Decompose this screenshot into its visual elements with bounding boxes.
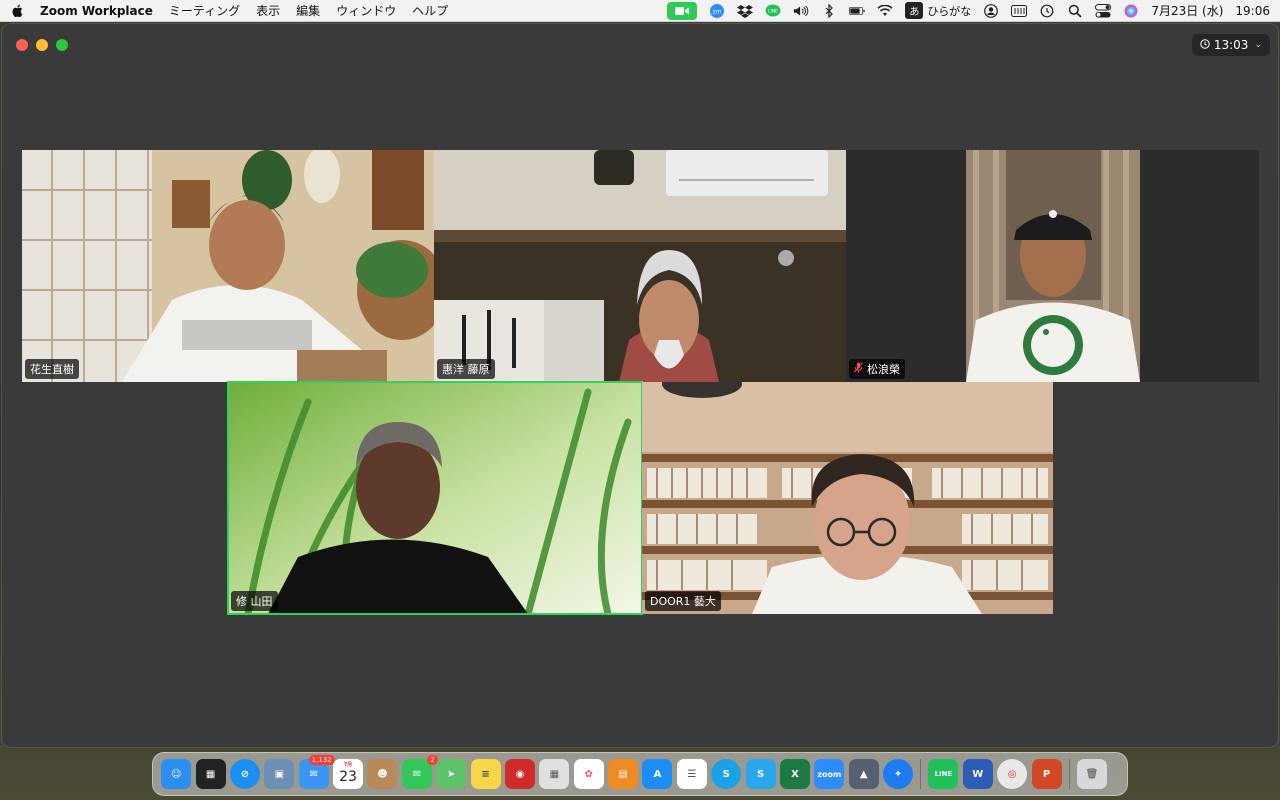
dock-separator <box>1068 759 1070 789</box>
ime-label[interactable]: ひらがな <box>927 3 971 19</box>
participant-name-label: 花生直樹 <box>25 359 79 379</box>
line-icon[interactable]: LINE <box>765 4 781 18</box>
word-icon[interactable]: W <box>962 759 993 789</box>
safari-icon[interactable]: ⊘ <box>229 759 260 789</box>
menu-window[interactable]: ウィンドウ <box>336 2 396 19</box>
participant-tile-5[interactable]: DOOR1 藝大 <box>642 382 1053 614</box>
dock-separator <box>920 759 922 789</box>
messages-icon[interactable]: ✉ 2 <box>401 755 438 789</box>
line-app-icon[interactable]: LINE <box>928 759 959 789</box>
bluetooth-icon[interactable] <box>821 3 837 18</box>
meeting-timer-value: 13:03 <box>1213 38 1249 52</box>
menu-help[interactable]: ヘルプ <box>412 2 448 19</box>
participant-video-1 <box>22 150 434 382</box>
participant-tile-1[interactable]: 花生直樹 <box>22 150 434 382</box>
participant-name: 修 山田 <box>236 595 273 608</box>
reminders-icon[interactable]: ☰ <box>676 759 707 789</box>
apple-icon[interactable] <box>10 4 24 18</box>
microphone-muted-icon <box>854 362 863 376</box>
mail-badge: 1,132 <box>308 755 335 765</box>
participant-tile-4[interactable]: 修 山田 <box>227 381 643 615</box>
window-controls <box>16 39 76 51</box>
dock: ☺ ▦ ⊘ ▣ ✉ 1,132 7月 23 ☻ ✉ 2 ➤ ≡ ◉ ▦ ✿ ▤ … <box>152 752 1128 796</box>
zoom-icon[interactable]: zm <box>709 3 725 18</box>
user-icon[interactable] <box>983 3 999 18</box>
app-name-menu[interactable]: Zoom Workplace <box>40 4 153 18</box>
menu-bar-time[interactable]: 19:06 <box>1235 4 1270 18</box>
books-icon[interactable]: ▤ <box>608 759 639 789</box>
participant-video-4 <box>228 382 642 614</box>
participant-tile-2[interactable]: 惠洋 藤原 <box>434 150 846 382</box>
participant-tile-3[interactable]: 松浪榮 <box>846 150 1259 382</box>
search-icon[interactable] <box>1067 4 1083 18</box>
control-center-icon[interactable] <box>1095 3 1112 18</box>
mail-glyph: ✉ <box>309 768 318 780</box>
chrome-icon[interactable]: ◎ <box>997 759 1028 789</box>
participant-name: 松浪榮 <box>867 363 900 376</box>
menu-edit[interactable]: 編集 <box>296 2 320 19</box>
skype-icon[interactable]: S <box>711 759 742 789</box>
mission-control-icon[interactable]: ▦ <box>195 759 226 789</box>
calendar-day: 23 <box>339 768 357 785</box>
memory-icon[interactable] <box>1011 4 1028 18</box>
google-drive-icon[interactable]: ▲ <box>848 759 879 789</box>
svg-text:LINE: LINE <box>768 8 778 14</box>
participant-video-3 <box>966 150 1140 382</box>
zoom-meeting-window: 13:03 ⌄ 花生直樹 惠洋 藤原 松浪榮 修 山田 DOOR1 藝大 <box>1 23 1279 748</box>
launchpad-icon[interactable]: ▦ <box>539 759 570 789</box>
trash-icon[interactable]: 🗑 <box>1076 759 1107 789</box>
menu-view[interactable]: 表示 <box>256 2 280 19</box>
wifi-icon[interactable] <box>877 4 893 18</box>
participant-video-2 <box>434 150 846 382</box>
maps-icon[interactable]: ➤ <box>436 759 467 789</box>
siri-icon[interactable] <box>1123 4 1139 18</box>
participant-name-label: 修 山田 <box>231 591 278 611</box>
calendar-icon[interactable]: 7月 23 <box>333 759 364 789</box>
participant-name: DOOR1 藝大 <box>650 595 716 608</box>
excel-icon[interactable]: X <box>779 759 810 789</box>
preview-icon[interactable]: ▣ <box>264 759 295 789</box>
fullscreen-window-button[interactable] <box>56 39 68 51</box>
history-icon[interactable] <box>1039 4 1055 18</box>
volume-icon[interactable] <box>793 4 809 18</box>
ime-indicator[interactable]: あ <box>905 2 924 19</box>
skype-for-business-icon[interactable]: S <box>745 759 776 789</box>
app-store-icon[interactable]: A <box>642 759 673 789</box>
meeting-timer[interactable]: 13:03 ⌄ <box>1191 34 1270 56</box>
clock-icon <box>1200 38 1210 52</box>
notes-icon[interactable]: ≡ <box>470 759 501 789</box>
powerpoint-icon[interactable]: P <box>1031 759 1062 789</box>
chevron-down-icon: ⌄ <box>1254 40 1262 50</box>
messenger-icon[interactable]: ✦ <box>883 759 914 789</box>
zoom-camera-icon[interactable] <box>667 1 698 20</box>
menu-bar-right: zm LINE あ ひらがな 7月23日 (水) 19:06 <box>655 0 1270 21</box>
photos-icon[interactable]: ✿ <box>573 759 604 789</box>
menu-bar: Zoom Workplace ミーティング 表示 編集 ウィンドウ ヘルプ zm… <box>0 0 1280 22</box>
participant-name-label: DOOR1 藝大 <box>645 591 721 611</box>
zoom-app-icon[interactable]: zoom <box>814 759 845 789</box>
minimize-window-button[interactable] <box>36 39 48 51</box>
participant-name-label: 松浪榮 <box>849 359 905 379</box>
participant-video-5 <box>642 382 1053 614</box>
participant-name: 惠洋 藤原 <box>442 363 490 376</box>
participant-name-label: 惠洋 藤原 <box>437 359 495 379</box>
messages-glyph: ✉ <box>412 768 421 780</box>
mail-icon[interactable]: ✉ 1,132 <box>298 755 335 789</box>
close-window-button[interactable] <box>16 39 28 51</box>
dropbox-icon[interactable] <box>737 4 754 18</box>
battery-icon[interactable] <box>849 4 865 18</box>
participant-name: 花生直樹 <box>30 363 74 376</box>
menu-meeting[interactable]: ミーティング <box>169 2 240 19</box>
svg-text:zm: zm <box>713 8 722 15</box>
photo-booth-icon[interactable]: ◉ <box>504 759 535 789</box>
menu-bar-date[interactable]: 7月23日 (水) <box>1151 2 1223 19</box>
menu-bar-left: Zoom Workplace ミーティング 表示 編集 ウィンドウ ヘルプ <box>10 0 464 21</box>
finder-icon[interactable]: ☺ <box>161 759 192 789</box>
calendar-month: 7月 <box>343 762 353 768</box>
contacts-icon[interactable]: ☻ <box>367 759 398 789</box>
